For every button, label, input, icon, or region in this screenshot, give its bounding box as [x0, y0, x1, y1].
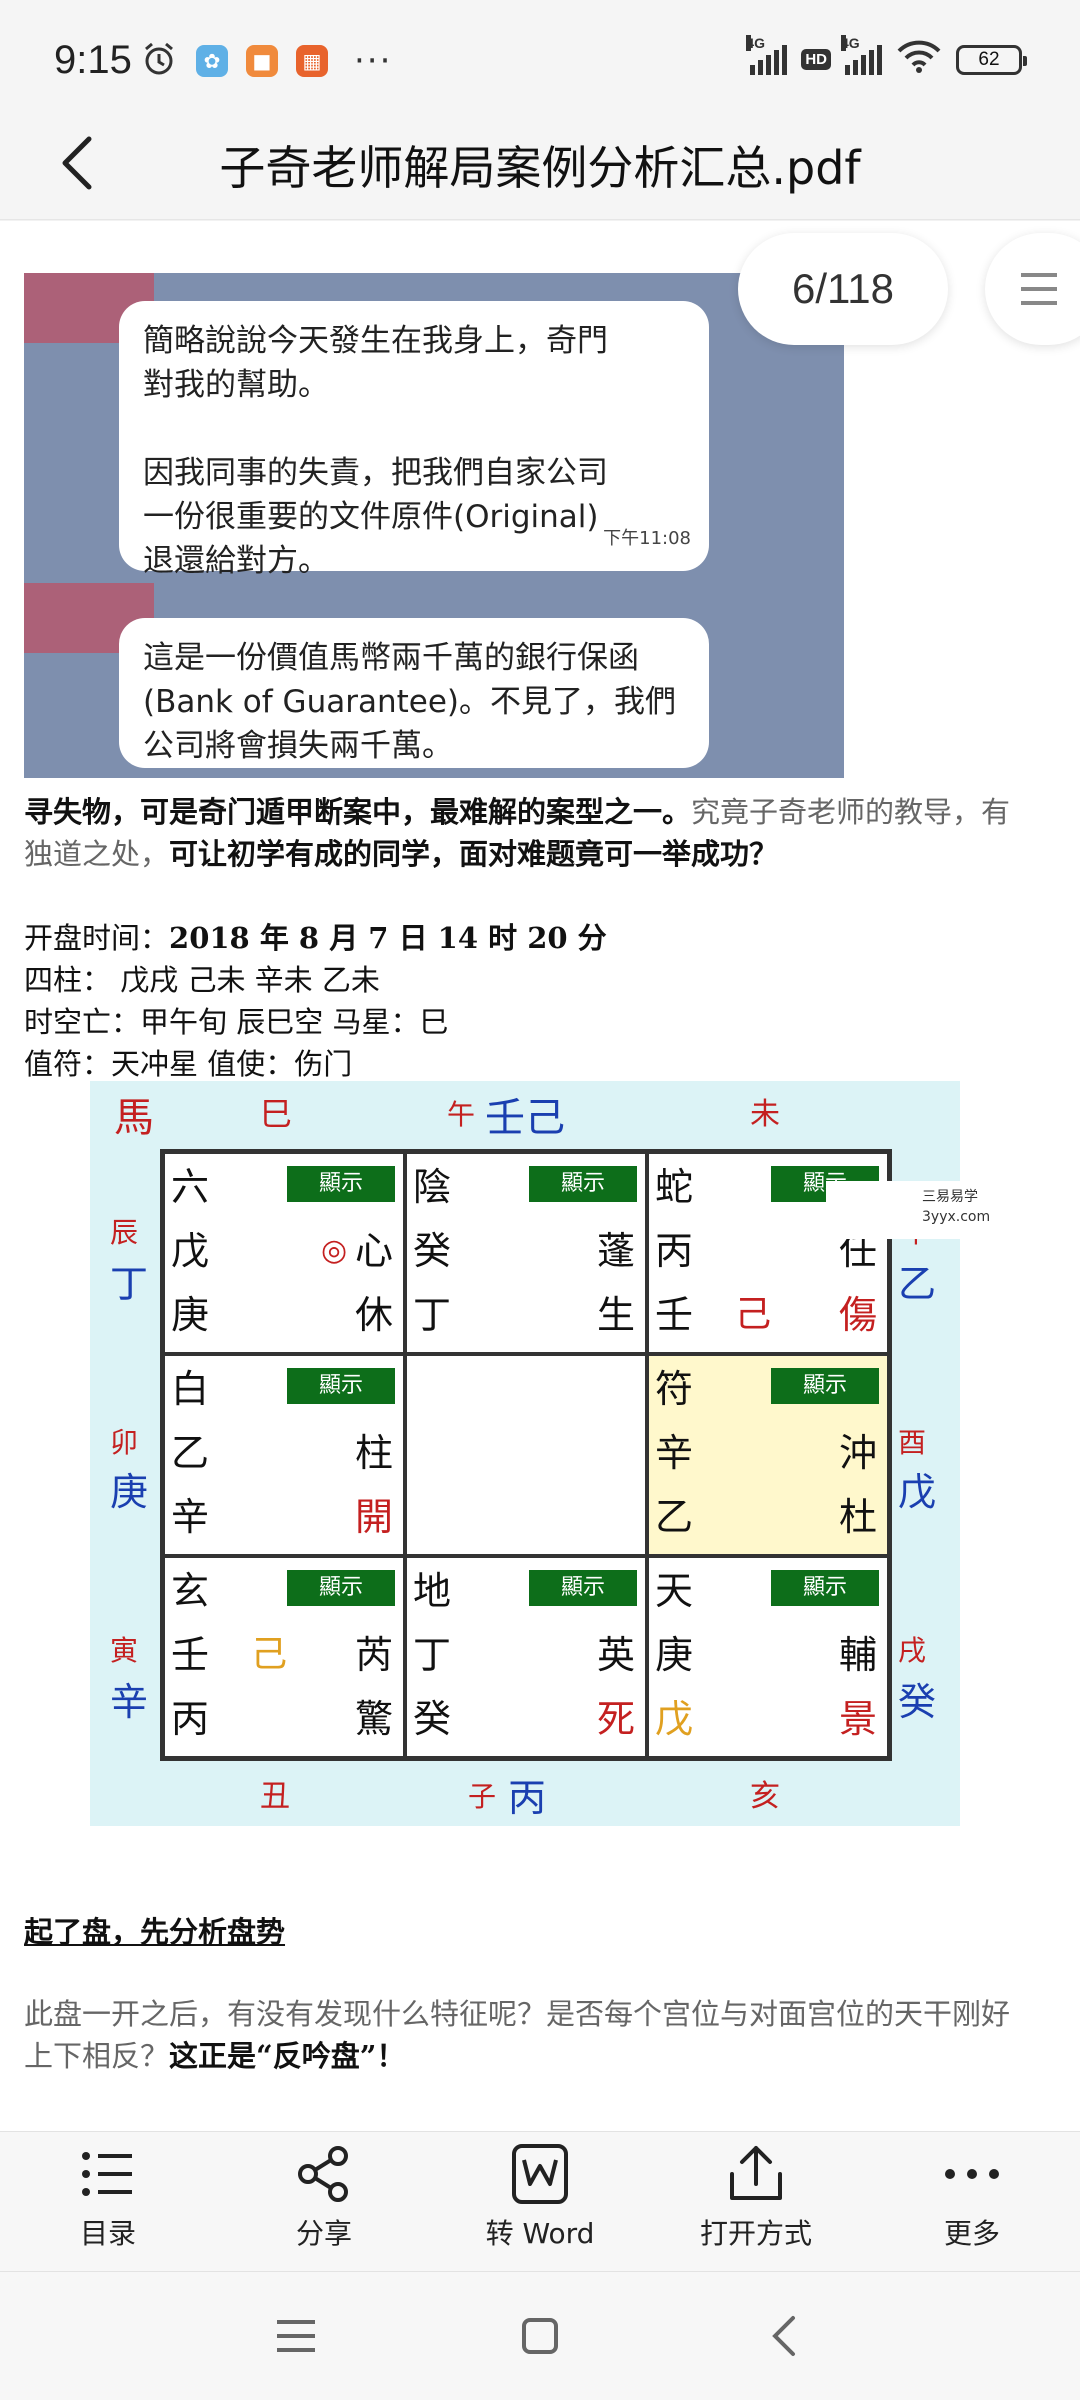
share-label: 分享: [295, 2217, 352, 2250]
open-with-label: 打开方式: [699, 2217, 812, 2250]
page-counter[interactable]: 6/118: [738, 233, 948, 345]
branch-label: 辰: [110, 1216, 139, 1249]
stem-label: 壬己: [485, 1095, 565, 1141]
branch-label: 戌: [898, 1634, 927, 1667]
document-title: 子奇老师解局案例分析汇总.pdf: [219, 141, 861, 195]
chat-line: 這是一份價值馬幣兩千萬的銀行保函: [143, 640, 639, 676]
app-notification-icon: ✿: [196, 45, 228, 77]
chat-line: 簡略說說今天發生在我身上，奇門: [143, 323, 608, 359]
list-icon: [82, 2152, 132, 2196]
title-bar: 子奇老师解局案例分析汇总.pdf: [0, 110, 1080, 220]
stem-label: 戊: [898, 1470, 937, 1514]
palace-cell: 顯示 白 乙柱 辛開: [163, 1354, 405, 1556]
branch-label: 酉: [898, 1426, 927, 1459]
branch-label: 子: [468, 1780, 497, 1813]
word-icon: [512, 2144, 568, 2204]
branch-label: 午: [447, 1098, 476, 1131]
convert-word-label: 转 Word: [485, 2217, 595, 2250]
battery-icon: 62: [956, 44, 1027, 75]
palace-cell: 顯示 玄 壬己芮 丙驚: [163, 1556, 405, 1758]
four-pillars-line: 四柱： 戊戌 己未 辛未 乙未: [24, 963, 380, 997]
analysis-line-1: 此盘一开之后，有没有发现什么特征呢？是否每个宫位与对面宫位的天干刚好: [24, 1997, 1011, 2031]
status-time: 9:15: [54, 38, 132, 82]
nav-menu-button[interactable]: [256, 2306, 336, 2366]
duty-line: 值符：天冲星 值使：伤门: [24, 1047, 353, 1081]
chat-line: 對我的幫助。: [143, 367, 329, 403]
analysis-line-2: 上下相反？这正是“反吟盘”！: [24, 2039, 406, 2073]
stem-label: 丁: [110, 1262, 149, 1306]
nav-back-button[interactable]: [744, 2306, 824, 2366]
branch-label: 寅: [110, 1634, 139, 1667]
system-navigation-bar: [0, 2271, 1080, 2400]
toc-label: 目录: [79, 2217, 136, 2250]
intro-line-1: 寻失物，可是奇门遁甲断案中，最难解的案型之一。究竟子奇老师的教导，有: [24, 795, 1011, 829]
branch-label: 卯: [110, 1426, 139, 1459]
app-notification-icon: ■: [246, 45, 278, 77]
chat-line: 因我同事的失責，把我們自家公司: [143, 455, 608, 491]
share-icon: [298, 2146, 348, 2202]
convert-word-button[interactable]: 转 Word: [460, 2142, 620, 2272]
palace-cell-center: [405, 1354, 647, 1556]
palace-cell: 顯示 天 庚輔 戊景: [647, 1556, 889, 1758]
wifi-icon: [896, 40, 942, 79]
intro-line-2: 独道之处，可让初学有成的同学，面对难题竟可一举成功？: [24, 837, 779, 871]
void-line: 时空亡：甲午旬 辰巳空 马星：巳: [24, 1005, 449, 1039]
horse-star-label: 馬: [114, 1095, 154, 1141]
bottom-toolbar: 目录 分享 转 Word 打开方式 更多: [0, 2131, 1080, 2271]
stem-label: 乙: [898, 1262, 937, 1306]
more-icon: [945, 2169, 999, 2179]
branch-label: 亥: [750, 1779, 780, 1814]
chat-screenshot-image: 簡略說說今天發生在我身上，奇門 對我的幫助。 因我同事的失責，把我們自家公司 一…: [24, 273, 844, 778]
chat-bubble: 簡略說說今天發生在我身上，奇門 對我的幫助。 因我同事的失責，把我們自家公司 一…: [119, 301, 709, 579]
toc-button[interactable]: 目录: [28, 2142, 188, 2272]
more-button[interactable]: 更多: [892, 2142, 1052, 2272]
stem-label: 庚: [110, 1470, 149, 1514]
status-right-icons: 4G HD 4G 62: [746, 34, 1027, 79]
open-with-icon: [730, 2146, 782, 2200]
site-watermark: 三易易学 3yyx.com: [826, 1181, 1080, 1239]
home-icon: [522, 2318, 558, 2354]
palace-cell: 顯示 地 丁英 癸死: [405, 1556, 647, 1758]
chat-line: [143, 407, 685, 451]
chat-line: 公司將會損失兩千萬。: [143, 728, 453, 764]
signal-icon: 4G: [841, 34, 882, 75]
open-with-button[interactable]: 打开方式: [676, 2142, 836, 2272]
alarm-icon: [140, 40, 178, 82]
stem-label: 丙: [508, 1776, 547, 1820]
stem-label: 癸: [898, 1680, 937, 1724]
pdf-page-view[interactable]: 簡略說說今天發生在我身上，奇門 對我的幫助。 因我同事的失責，把我們自家公司 一…: [0, 221, 1080, 2131]
palace-cell: 顯示 陰 癸蓬 丁生: [405, 1152, 647, 1354]
branch-label: 未: [750, 1097, 780, 1132]
share-button[interactable]: 分享: [244, 2142, 404, 2272]
status-left-icons: ✿ ■ ▦ ···: [140, 40, 392, 82]
more-notifications-icon: ···: [354, 41, 393, 81]
branch-label: 丑: [260, 1779, 290, 1814]
more-label: 更多: [943, 2217, 1000, 2250]
branch-label: 巳: [260, 1095, 293, 1133]
chat-time: 下午11:08: [603, 528, 691, 549]
menu-icon: [277, 2320, 315, 2352]
chat-bubble: 這是一份價值馬幣兩千萬的銀行保函 (Bank of Guarantee)。不見了…: [119, 618, 709, 768]
palace-grid: 顯示 六 戊 ◎ 心 庚休 顯示 陰 癸蓬 丁生 顯示 蛇 丙任 壬己傷 顯示 白: [160, 1149, 892, 1761]
chat-line: (Bank of Guarantee)。不見了，我們: [143, 684, 676, 720]
hd-icon: HD: [801, 49, 831, 70]
palace-cell: 顯示 符 辛沖 乙杜: [647, 1354, 889, 1556]
menu-icon: [1021, 273, 1057, 305]
analysis-heading: 起了盘，先分析盘势: [24, 1915, 286, 1949]
nav-home-button[interactable]: [500, 2306, 580, 2366]
status-bar: 9:15 ✿ ■ ▦ ··· 4G HD 4G 62: [0, 0, 1080, 120]
signal-icon: 4G: [746, 34, 788, 75]
app-notification-icon: ▦: [296, 45, 328, 77]
chart-time-line: 开盘时间：2018 年 8 月 7 日 14 时 20 分: [24, 921, 607, 955]
back-icon: [772, 2316, 795, 2356]
outline-button[interactable]: [985, 233, 1080, 345]
stem-label: 辛: [110, 1680, 149, 1724]
palace-cell: 顯示 六 戊 ◎ 心 庚休: [163, 1152, 405, 1354]
battery-level: 62: [978, 48, 1000, 70]
